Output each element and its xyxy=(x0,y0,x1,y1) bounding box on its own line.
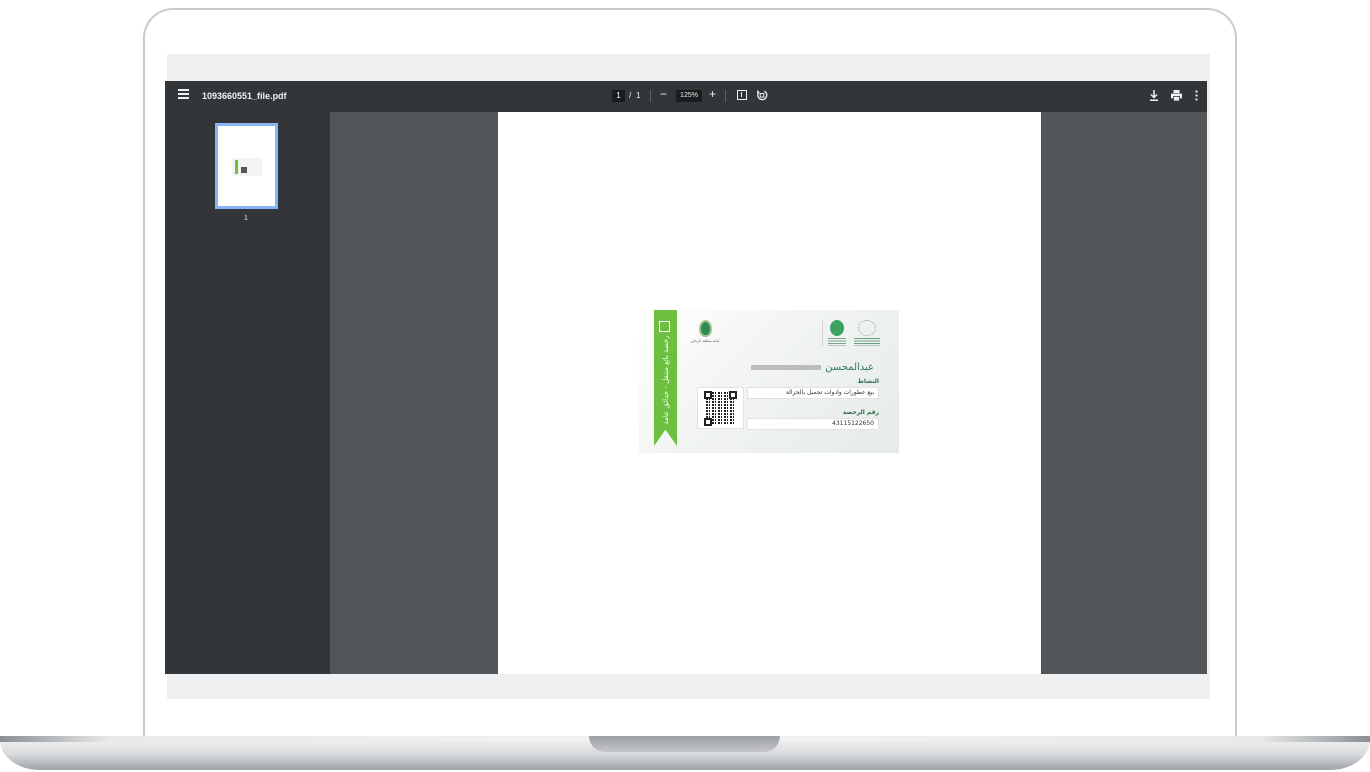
activity-value: بيع عطورات وادوات تجميل بالجزالة xyxy=(747,387,879,399)
pdf-viewer: 1093660551_file.pdf 1 / 1 − 125% + 1 رخص… xyxy=(165,81,1207,674)
pdf-page: رخصة بائع متنقل - حدائق عامة أمانة منطقة… xyxy=(498,112,1041,674)
zoom-out-button[interactable]: − xyxy=(660,87,667,101)
zoom-in-button[interactable]: + xyxy=(709,87,716,101)
divider xyxy=(725,90,726,102)
zoom-level-input[interactable]: 125% xyxy=(676,90,702,102)
holder-name-row: عبدالمحسن xyxy=(751,362,874,373)
license-number-label: رقم الرخصة xyxy=(842,409,879,416)
municipality-emblem-icon xyxy=(698,320,712,337)
redacted-name xyxy=(751,365,822,370)
print-icon[interactable] xyxy=(1171,90,1182,101)
divider xyxy=(650,90,651,102)
license-number-value: 43115122650 xyxy=(747,418,879,430)
menu-icon[interactable] xyxy=(178,89,189,99)
thumbnail-sidebar: 1 xyxy=(165,112,330,674)
rotate-icon[interactable] xyxy=(756,89,768,101)
more-vert-icon[interactable] xyxy=(1195,90,1198,101)
holder-name: عبدالمحسن xyxy=(825,362,874,373)
qr-code xyxy=(697,387,744,429)
page-thumbnail[interactable] xyxy=(215,123,278,209)
laptop-notch xyxy=(589,736,780,752)
ministry-logos xyxy=(822,320,894,350)
license-card: رخصة بائع متنقل - حدائق عامة أمانة منطقة… xyxy=(639,310,899,453)
municipality-logo: أمانة منطقة الرياض xyxy=(691,320,719,343)
download-icon[interactable] xyxy=(1149,90,1159,102)
fit-to-page-icon[interactable] xyxy=(737,90,747,100)
activity-label: النشاط xyxy=(857,378,879,385)
viewer-toolbar: 1093660551_file.pdf 1 / 1 − 125% + xyxy=(165,81,1207,112)
municipality-caption: أمانة منطقة الرياض xyxy=(691,339,720,343)
page-number-input[interactable]: 1 xyxy=(612,90,625,102)
page-total: 1 xyxy=(636,91,641,100)
page-separator: / xyxy=(629,91,632,100)
thumbnail-page-number: 1 xyxy=(244,215,248,222)
file-name: 1093660551_file.pdf xyxy=(202,91,287,101)
ministry-emblem-icon xyxy=(858,320,876,336)
ribbon-text: رخصة بائع متنقل - حدائق عامة xyxy=(662,335,670,425)
thumbnail-preview xyxy=(232,158,262,176)
license-ribbon: رخصة بائع متنقل - حدائق عامة xyxy=(654,310,677,446)
balady-logo-icon xyxy=(830,320,844,336)
